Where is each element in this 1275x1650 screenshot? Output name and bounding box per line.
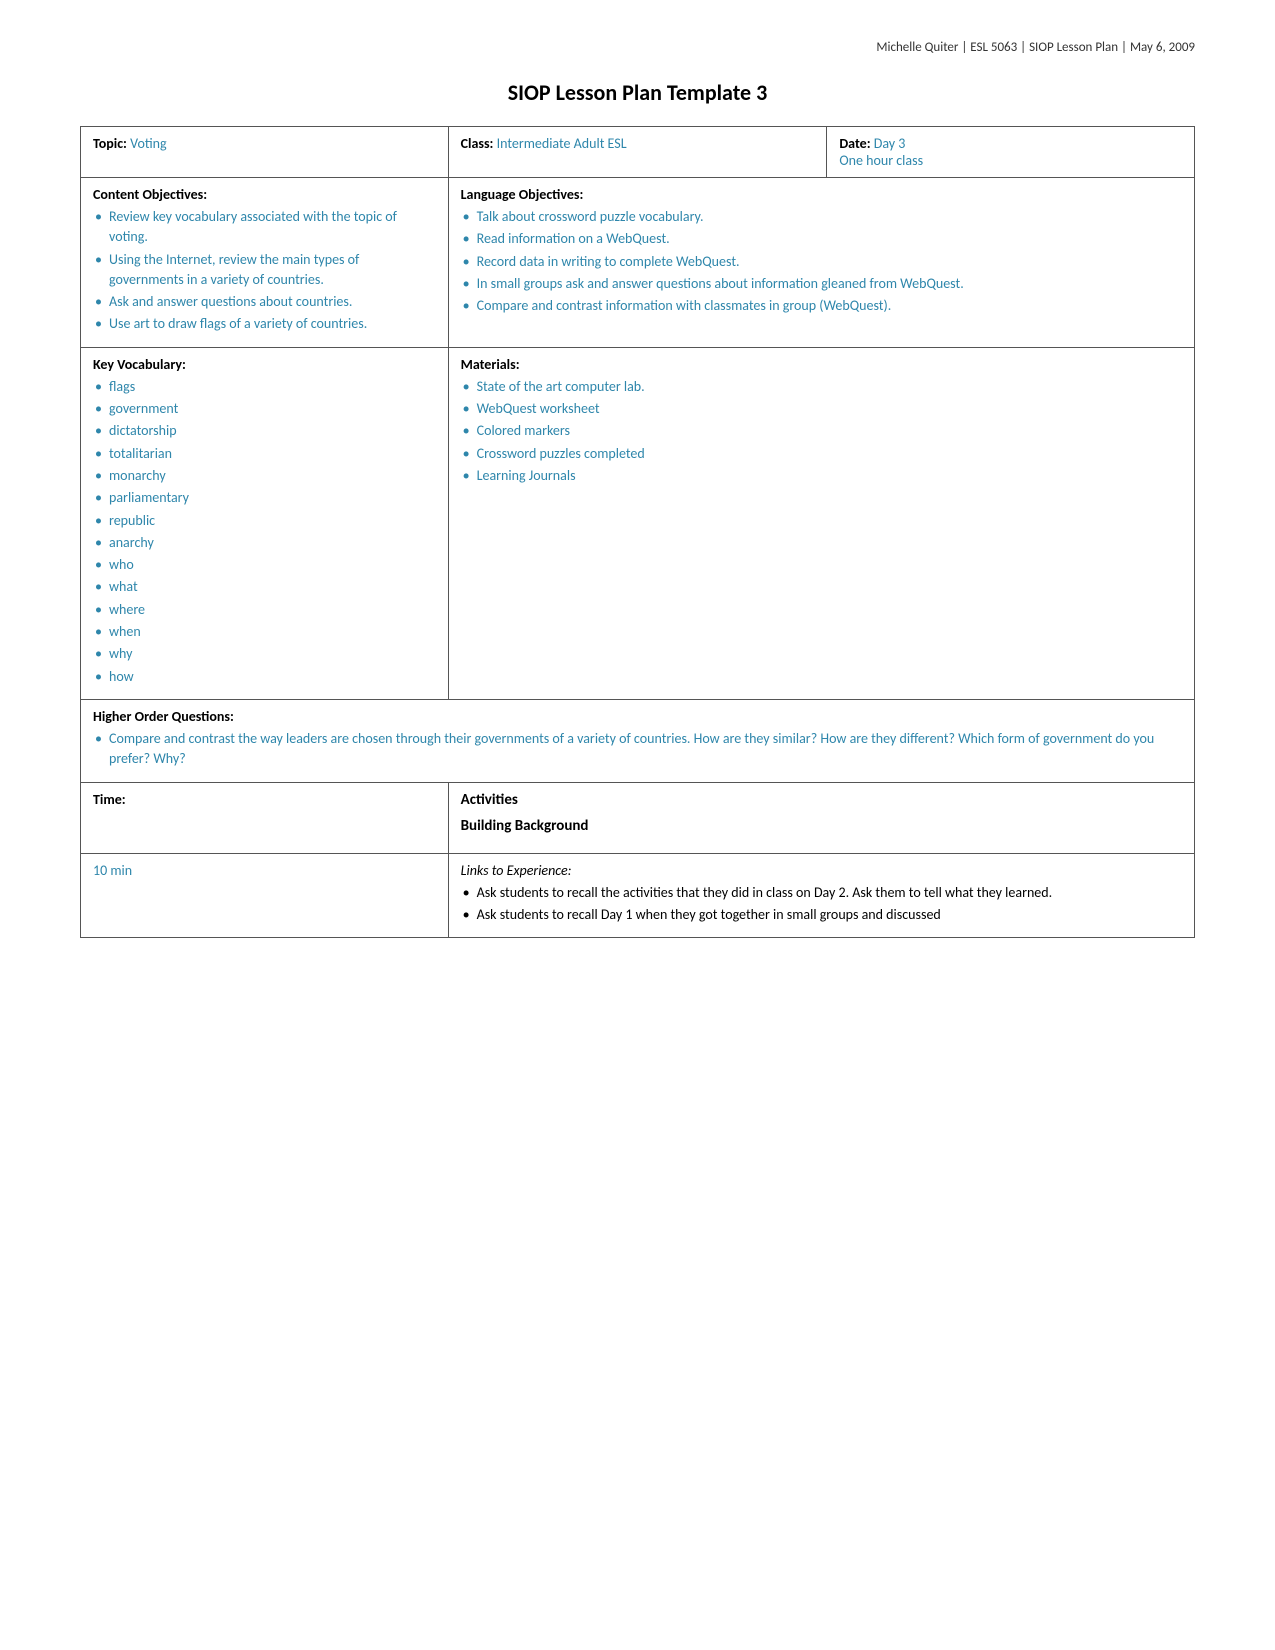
vocab-item-13: how (93, 667, 436, 687)
vocab-materials-row: Key Vocabulary: flags government dictato… (81, 347, 1195, 699)
vocab-item-4: monarchy (93, 466, 436, 486)
material-item-0: State of the art computer lab. (461, 377, 1182, 397)
content-obj-item-0: Review key vocabulary associated with th… (93, 207, 436, 248)
vocab-list: flags government dictatorship totalitari… (93, 377, 436, 687)
class-label: Class: (461, 135, 494, 152)
vocab-item-3: totalitarian (93, 444, 436, 464)
date-sub: One hour class (839, 152, 923, 169)
vocab-item-11: when (93, 622, 436, 642)
material-item-1: WebQuest worksheet (461, 399, 1182, 419)
lang-obj-item-4: Compare and contrast information with cl… (461, 296, 1182, 316)
topic-value: Voting (130, 135, 166, 152)
higher-order-cell: Higher Order Questions: Compare and cont… (81, 699, 1195, 782)
material-item-3: Crossword puzzles completed (461, 444, 1182, 464)
material-item-2: Colored markers (461, 421, 1182, 441)
date-label: Date: (839, 135, 870, 152)
date-value: Day 3 (874, 135, 906, 152)
higher-order-item: Compare and contrast the way leaders are… (93, 729, 1182, 770)
materials-cell: Materials: State of the art computer lab… (448, 347, 1194, 699)
vocab-item-0: flags (93, 377, 436, 397)
links-label: Links to Experience: (461, 862, 1182, 879)
topic-label: Topic: (93, 135, 127, 152)
vocab-item-2: dictatorship (93, 421, 436, 441)
page-title: SIOP Lesson Plan Template 3 (80, 79, 1195, 106)
time-header-label: Time: (93, 791, 126, 808)
class-value: Intermediate Adult ESL (497, 135, 627, 152)
content-obj-item-2: Ask and answer questions about countries… (93, 292, 436, 312)
content-obj-item-3: Use art to draw flags of a variety of co… (93, 314, 436, 334)
activities-10min-row: 10 min Links to Experience: Ask students… (81, 853, 1195, 938)
lang-obj-item-0: Talk about crossword puzzle vocabulary. (461, 207, 1182, 227)
time-10min-label: 10 min (93, 862, 132, 879)
materials-header: Materials: (461, 356, 1182, 373)
vocab-item-6: republic (93, 511, 436, 531)
higher-order-header: Higher Order Questions: (93, 708, 1182, 725)
vocab-item-9: what (93, 577, 436, 597)
class-cell: Class: Intermediate Adult ESL (448, 127, 827, 178)
vocab-item-8: who (93, 555, 436, 575)
date-cell: Date: Day 3One hour class (827, 127, 1195, 178)
topic-cell: Topic: Voting (81, 127, 449, 178)
content-obj-header: Content Objectives: (93, 186, 436, 203)
materials-list: State of the art computer lab. WebQuest … (461, 377, 1182, 486)
lang-obj-item-1: Read information on a WebQuest. (461, 229, 1182, 249)
activity-bullets-list: Ask students to recall the activities th… (461, 883, 1182, 926)
vocab-item-1: government (93, 399, 436, 419)
content-obj-cell: Content Objectives: Review key vocabular… (81, 178, 449, 348)
content-obj-list: Review key vocabulary associated with th… (93, 207, 436, 335)
time-10min-cell: 10 min (81, 853, 449, 938)
content-obj-item-1: Using the Internet, review the main type… (93, 250, 436, 291)
objectives-row: Content Objectives: Review key vocabular… (81, 178, 1195, 348)
topic-row: Topic: Voting Class: Intermediate Adult … (81, 127, 1195, 178)
lang-obj-header: Language Objectives: (461, 186, 1182, 203)
activities-header-row: Time: Activities Building Background (81, 782, 1195, 853)
main-table: Topic: Voting Class: Intermediate Adult … (80, 126, 1195, 938)
higher-order-list: Compare and contrast the way leaders are… (93, 729, 1182, 770)
building-bg-text: Building Background (461, 817, 1182, 835)
material-item-4: Learning Journals (461, 466, 1182, 486)
time-header-cell: Time: (81, 782, 449, 853)
vocab-header: Key Vocabulary: (93, 356, 436, 373)
activity-bullet-0: Ask students to recall the activities th… (461, 883, 1182, 903)
activities-header-text: Activities (461, 791, 1182, 809)
links-experience-cell: Links to Experience: Ask students to rec… (448, 853, 1194, 938)
activities-header-cell: Activities Building Background (448, 782, 1194, 853)
vocab-item-10: where (93, 600, 436, 620)
vocab-item-5: parliamentary (93, 488, 436, 508)
vocab-item-12: why (93, 644, 436, 664)
vocab-cell: Key Vocabulary: flags government dictato… (81, 347, 449, 699)
lang-obj-list: Talk about crossword puzzle vocabulary. … (461, 207, 1182, 316)
higher-order-row: Higher Order Questions: Compare and cont… (81, 699, 1195, 782)
vocab-item-7: anarchy (93, 533, 436, 553)
lang-obj-cell: Language Objectives: Talk about crosswor… (448, 178, 1194, 348)
activity-bullet-1: Ask students to recall Day 1 when they g… (461, 905, 1182, 925)
lang-obj-item-2: Record data in writing to complete WebQu… (461, 252, 1182, 272)
lang-obj-item-3: In small groups ask and answer questions… (461, 274, 1182, 294)
header-meta: Michelle Quiter | ESL 5063 | SIOP Lesson… (80, 40, 1195, 55)
